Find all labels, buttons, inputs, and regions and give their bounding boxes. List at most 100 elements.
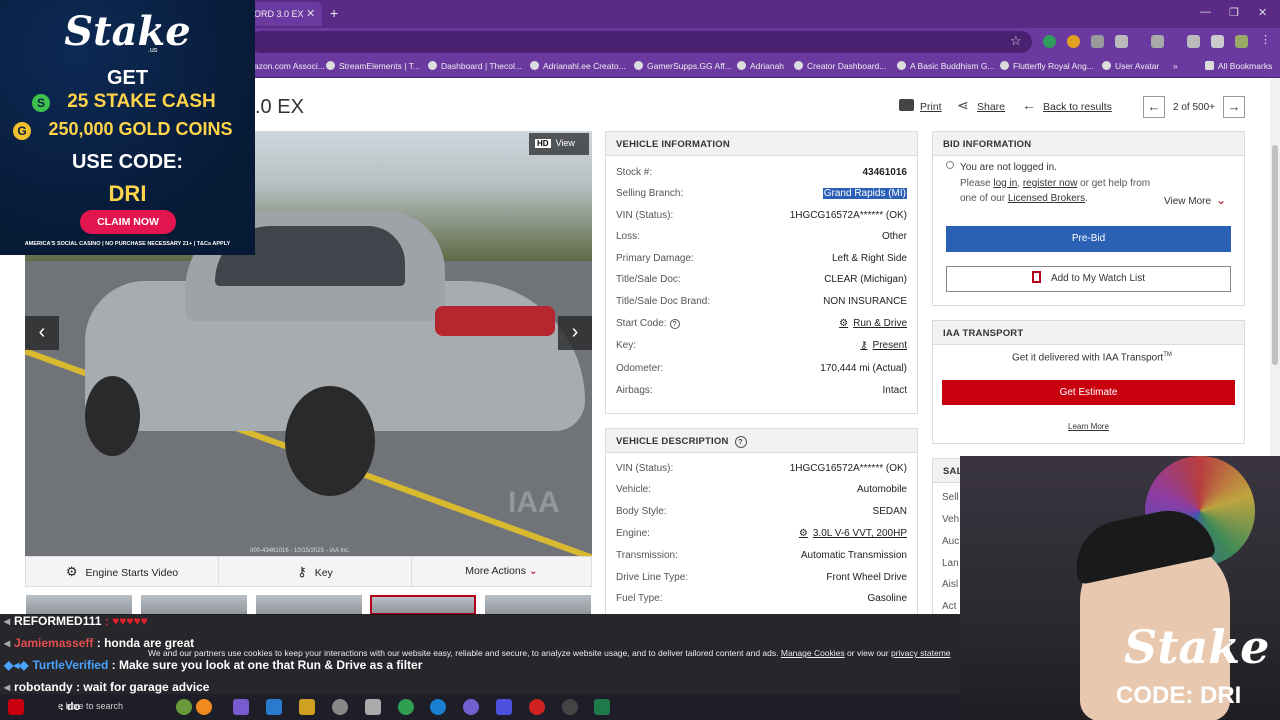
claim-now-button[interactable]: CLAIM NOW [80, 210, 176, 234]
key-button[interactable]: ⚷ Key [219, 557, 412, 586]
info-row: Title/Sale Doc Brand: NON INSURANCE [616, 296, 907, 307]
taskbar-search-input[interactable]: e here to search [36, 698, 171, 716]
bookmark-star-icon[interactable]: ☆ [1010, 33, 1022, 49]
discord-icon[interactable] [463, 699, 479, 715]
view-more-toggle[interactable]: View More ⌄ [1164, 193, 1226, 207]
promo-code: CODE: DRI [1116, 682, 1242, 709]
bookmark-item[interactable]: GamerSupps.GG Aff... [634, 61, 732, 71]
excel-icon[interactable] [594, 699, 610, 715]
minimize-icon[interactable]: — [1200, 6, 1211, 18]
download-icon[interactable] [1187, 35, 1200, 48]
extension-icon[interactable] [1091, 35, 1104, 48]
opera-icon[interactable] [529, 699, 545, 715]
prev-photo-button[interactable]: ‹ [25, 316, 59, 350]
print-link[interactable]: Print [920, 101, 942, 113]
share-icon[interactable]: ⋖ [957, 97, 969, 114]
add-to-watch-list-button[interactable]: Add to My Watch List [946, 266, 1231, 292]
close-tab-icon[interactable]: ✕ [306, 7, 315, 20]
menu-kebab-icon[interactable]: ⋮ [1260, 33, 1273, 46]
chat-message: ◂ REFORMED111 : ♥♥♥♥♥ [4, 614, 148, 628]
bookmark-item[interactable]: Dashboard | Thecol... [428, 61, 522, 71]
app-icon[interactable] [496, 699, 512, 715]
folder-icon[interactable] [299, 699, 315, 715]
more-actions-button[interactable]: More Actions ⌄ [412, 557, 591, 586]
photo-thumbnail[interactable] [256, 595, 362, 615]
url-input[interactable] [250, 31, 1032, 53]
cast-icon[interactable] [1151, 35, 1164, 48]
photo-thumbnail[interactable] [26, 595, 132, 615]
copilot-icon[interactable] [233, 699, 249, 715]
app-icon[interactable] [176, 699, 192, 715]
next-result-button[interactable]: → [1223, 96, 1245, 118]
chevron-down-icon: ⌄ [528, 565, 538, 577]
extension-icon[interactable] [1067, 35, 1080, 48]
bookmark-item[interactable]: A Basic Buddhism G... [897, 61, 995, 71]
share-link[interactable]: Share [977, 101, 1005, 113]
more-bookmarks-icon[interactable]: » [1173, 61, 1178, 71]
app-icon[interactable] [365, 699, 381, 715]
sale-label: Act [942, 601, 957, 612]
hd-view-button[interactable]: HD View [529, 133, 589, 155]
manage-cookies-link[interactable]: Manage Cookies [781, 648, 845, 658]
scrollbar-thumb[interactable] [1272, 145, 1278, 365]
help-icon[interactable]: ? [734, 436, 747, 448]
photo-thumbnail-selected[interactable] [370, 595, 476, 615]
bookmark-item[interactable]: Adrianah [737, 61, 784, 71]
engine-starts-video-button[interactable]: ⚙ Engine Starts Video [26, 557, 219, 586]
badge-icon: ◂ [4, 680, 11, 694]
bookmark-item[interactable]: Creator Dashboard... [794, 61, 886, 71]
panel-heading: BID INFORMATION [933, 132, 1244, 156]
photo-thumbnail[interactable] [141, 595, 247, 615]
transport-tagline: Get it delivered with IAA TransportTM [1012, 352, 1172, 364]
selling-branch: Grand Rapids (MI) [822, 188, 907, 199]
new-tab-icon[interactable]: + [330, 5, 338, 21]
photo-thumbnail[interactable] [485, 595, 591, 615]
engine-link[interactable]: ⚙ 3.0L V-6 VVT, 200HP [799, 528, 907, 539]
extension-icon[interactable] [1043, 35, 1056, 48]
windows-start-icon[interactable] [8, 699, 24, 715]
description-row: Fuel Type: Gasoline [616, 593, 907, 604]
pre-bid-button[interactable]: Pre-Bid [946, 226, 1231, 252]
prev-result-button[interactable]: ← [1143, 96, 1165, 118]
info-row: Airbags: Intact [616, 385, 907, 396]
bookmark-item[interactable]: Flutterfly Royal Ang... [1000, 61, 1094, 71]
help-icon[interactable]: ? [669, 319, 680, 329]
edge-icon[interactable] [430, 699, 446, 715]
info-row: Start Code:? ⚙ Run & Drive [616, 318, 907, 329]
settings-gear-icon[interactable] [332, 699, 348, 715]
restore-icon[interactable]: ❐ [1229, 6, 1239, 19]
obs-icon[interactable] [562, 699, 578, 715]
get-estimate-button[interactable]: Get Estimate [942, 380, 1235, 405]
file-explorer-icon[interactable] [266, 699, 282, 715]
licensed-brokers-link[interactable]: Licensed Brokers [1008, 193, 1085, 204]
bookmark-item[interactable]: StreamElements | T... [326, 61, 420, 71]
learn-more-link[interactable]: Learn More [1068, 422, 1109, 431]
back-to-results-link[interactable]: Back to results [1043, 101, 1112, 113]
chevron-down-icon: ⌄ [1216, 193, 1227, 207]
profile-icon[interactable] [1211, 35, 1224, 48]
description-row: VIN (Status): 1HGCG16572A****** (OK) [616, 463, 907, 474]
bookmark-item[interactable]: Adrianahl.ee Creato... [530, 61, 626, 71]
car-wheel [285, 386, 375, 496]
back-arrow-icon[interactable]: ← [1022, 97, 1036, 113]
login-prompt: You are not logged in. Please log in, re… [960, 162, 1151, 204]
avatar[interactable] [1235, 35, 1248, 48]
extensions-puzzle-icon[interactable] [1115, 35, 1128, 48]
privacy-statement-link[interactable]: privacy stateme [891, 648, 951, 658]
badge-icon: ◆◂◆ [4, 658, 29, 672]
app-icon[interactable] [196, 699, 212, 715]
key-icon: ⚷ [297, 564, 307, 579]
close-window-icon[interactable]: ✕ [1258, 6, 1267, 19]
chrome-icon[interactable] [398, 699, 414, 715]
log-in-link[interactable]: log in [993, 178, 1017, 189]
register-link[interactable]: register now [1023, 178, 1077, 189]
photo-caption: 000-43461016 - 10/15/2025 - IAA Inc. [250, 548, 351, 554]
print-icon[interactable] [899, 99, 914, 111]
key-present-link[interactable]: ⚷ Present [860, 340, 907, 351]
run-drive-link[interactable]: ⚙ Run & Drive [839, 318, 907, 329]
cookie-banner: We and our partners use cookies to keep … [148, 648, 951, 658]
all-bookmarks[interactable]: All Bookmarks [1205, 61, 1272, 71]
next-photo-button[interactable]: › [558, 316, 592, 350]
bookmark-item[interactable]: azon.com Associ... [254, 61, 325, 71]
bookmark-item[interactable]: User Avatar [1102, 61, 1159, 71]
